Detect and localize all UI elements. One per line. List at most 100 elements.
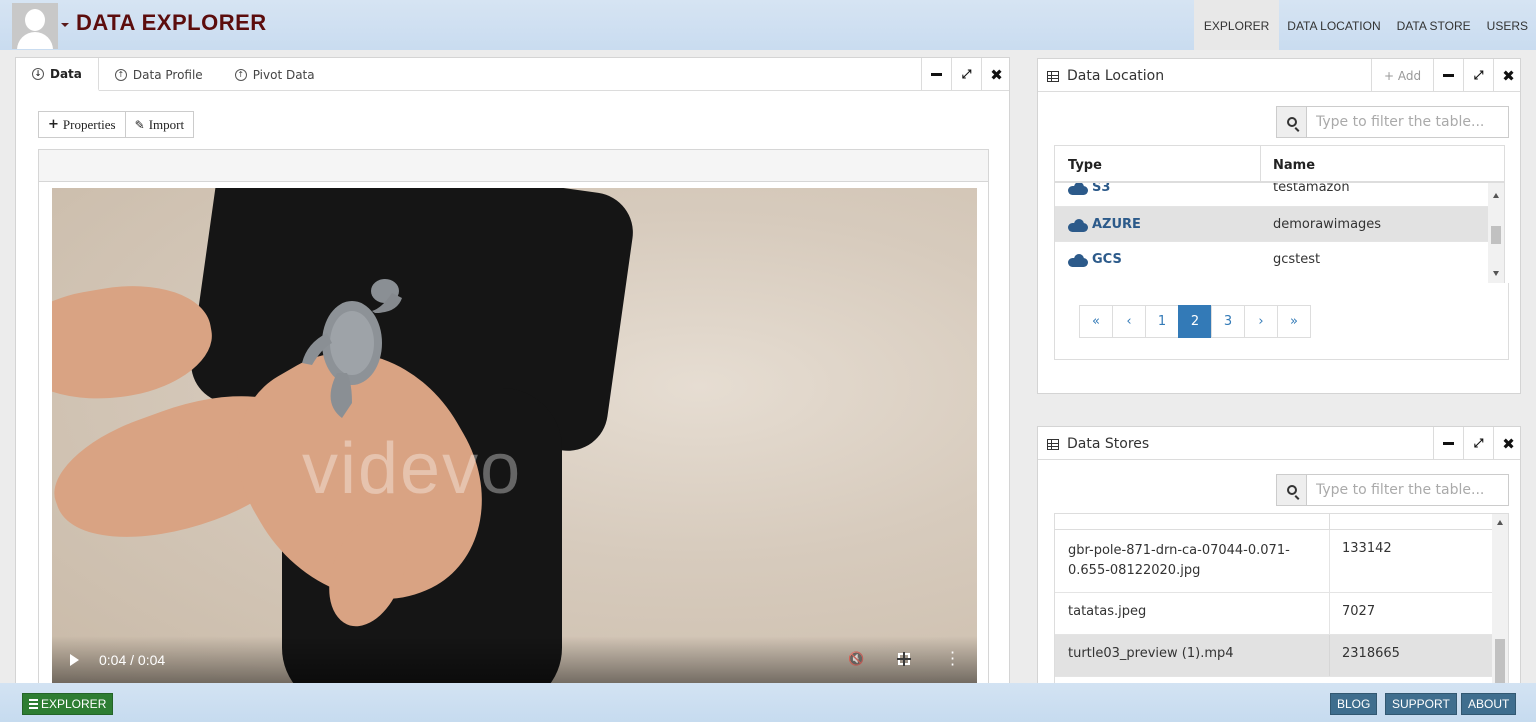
footer-explorer-label: EXPLORER [41, 697, 107, 711]
tab-data-label: Data [50, 66, 82, 81]
page-first[interactable]: « [1079, 305, 1113, 338]
expand-button[interactable]: ⤢ [1463, 427, 1493, 460]
type-label: AZURE [1092, 217, 1141, 232]
close-button[interactable]: ✖ [1493, 59, 1523, 92]
chevron-down-icon[interactable] [61, 23, 69, 27]
upload-circle-icon: ↑ [234, 68, 247, 81]
scroll-up-icon[interactable] [1497, 520, 1503, 525]
stores-scrollbar[interactable] [1492, 514, 1508, 683]
tab-pivot-data[interactable]: ↑ Pivot Data [219, 58, 331, 91]
expand-button[interactable]: ⤢ [951, 58, 981, 91]
data-stores-header: Data Stores ⤢ ✖ [1038, 427, 1520, 460]
video-player[interactable]: videvo 0:04 / 0:04 🔇 · · · [52, 188, 977, 684]
expand-button[interactable]: ⤢ [1463, 59, 1493, 92]
page-next[interactable]: › [1244, 305, 1278, 338]
minimize-button[interactable] [921, 58, 951, 91]
table-row[interactable]: AZURE demorawimages [1055, 206, 1488, 241]
tab-data-profile[interactable]: ↑ Data Profile [99, 58, 219, 91]
table-row[interactable]: S3 testamazon [1055, 183, 1488, 206]
page-prev[interactable]: ‹ [1112, 305, 1146, 338]
table-row[interactable]: GCS gcstest [1055, 241, 1488, 276]
plus-icon: + [48, 117, 59, 132]
table-row[interactable]: gbr-pole-871-drn-ca-07044-0.071- 0.655-0… [1055, 530, 1492, 592]
scrollbar-thumb[interactable] [1491, 226, 1501, 244]
volume-icon[interactable]: 🔇 [848, 652, 864, 667]
table-icon [1047, 438, 1059, 450]
data-subbar [38, 149, 989, 182]
minimize-button[interactable] [1433, 427, 1463, 460]
close-button[interactable]: ✖ [1493, 427, 1523, 460]
minus-icon [1443, 74, 1454, 77]
pagination: « ‹ 1 2 3 › » [1079, 305, 1311, 338]
column-divider [1329, 514, 1330, 530]
more-options-icon[interactable]: · · · [950, 645, 955, 673]
expand-icon: ⤢ [1473, 68, 1484, 82]
table-row[interactable]: turtle03_preview (1).mp4 2318665 [1055, 634, 1492, 677]
type-cell[interactable]: S3 [1068, 183, 1110, 195]
footer-about-link[interactable]: ABOUT [1461, 693, 1517, 715]
properties-label: Properties [62, 116, 116, 132]
data-panel-header: ↓ Data ↑ Data Profile ↑ Pivot Data ⤢ ✖ [16, 58, 1009, 91]
properties-button[interactable]: + Properties [38, 111, 126, 138]
close-icon: ✖ [1502, 66, 1515, 85]
stores-search [1276, 474, 1509, 506]
left-hand-shape [52, 271, 221, 415]
cloud-icon [1068, 218, 1088, 232]
cloud-icon [1068, 253, 1088, 267]
type-label: S3 [1092, 183, 1111, 195]
column-divider [1329, 635, 1330, 677]
user-avatar[interactable] [12, 3, 58, 49]
data-stores-title: Data Stores [1047, 436, 1149, 452]
import-button[interactable]: ✎ Import [125, 111, 195, 138]
column-divider [1329, 530, 1330, 592]
tab-data-profile-label: Data Profile [132, 67, 203, 82]
file-name-line: 0.655-08122020.jpg [1068, 563, 1201, 578]
page-2[interactable]: 2 [1178, 305, 1212, 338]
type-cell[interactable]: AZURE [1068, 217, 1141, 232]
page-last[interactable]: » [1277, 305, 1311, 338]
scroll-down-icon[interactable] [1493, 271, 1499, 276]
footer-blog-link[interactable]: BLOG [1330, 693, 1378, 715]
play-icon[interactable] [70, 654, 79, 666]
data-panel: ↓ Data ↑ Data Profile ↑ Pivot Data ⤢ ✖ +… [15, 57, 1010, 692]
column-header-name[interactable]: Name [1273, 158, 1315, 173]
location-filter-input[interactable] [1307, 107, 1507, 137]
nav-data-store[interactable]: DATA STORE [1389, 0, 1479, 50]
scrollbar-thumb[interactable] [1495, 639, 1505, 683]
location-scrollbar[interactable] [1488, 183, 1504, 283]
footer-support-link[interactable]: SUPPORT [1385, 693, 1457, 715]
name-cell: gcstest [1273, 252, 1321, 267]
search-button[interactable] [1277, 475, 1307, 505]
footer-explorer-button[interactable]: EXPLORER [22, 693, 114, 715]
table-icon [1047, 70, 1059, 82]
nav-data-location[interactable]: DATA LOCATION [1279, 0, 1388, 50]
close-button[interactable]: ✖ [981, 58, 1011, 91]
table-row[interactable]: tatatas.jpeg 7027 [1055, 592, 1492, 635]
close-icon: ✖ [990, 65, 1003, 84]
add-location-button[interactable]: + Add [1371, 59, 1433, 92]
tab-pivot-data-label: Pivot Data [252, 67, 315, 82]
nav-explorer[interactable]: EXPLORER [1193, 0, 1280, 50]
upload-circle-icon: ↑ [114, 68, 127, 81]
location-search [1276, 106, 1509, 138]
plus-icon: + [1383, 68, 1394, 83]
search-icon [1286, 117, 1297, 127]
data-toolbar: + Properties ✎ Import [38, 111, 195, 138]
minimize-button[interactable] [1433, 59, 1463, 92]
type-cell[interactable]: GCS [1068, 252, 1122, 267]
tab-data[interactable]: ↓ Data [16, 58, 99, 91]
nav-users[interactable]: USERS [1479, 0, 1536, 50]
data-tabs: ↓ Data ↑ Data Profile ↑ Pivot Data [16, 58, 331, 91]
search-button[interactable] [1277, 107, 1307, 137]
stores-table-header [1055, 514, 1492, 530]
scroll-up-icon[interactable] [1493, 193, 1499, 198]
top-nav: EXPLORER DATA LOCATION DATA STORE USERS [1193, 0, 1536, 50]
minus-icon [1443, 442, 1454, 445]
page-1[interactable]: 1 [1145, 305, 1179, 338]
fullscreen-icon[interactable] [897, 652, 911, 666]
stores-filter-input[interactable] [1307, 475, 1507, 505]
column-header-type[interactable]: Type [1068, 158, 1102, 173]
page-3[interactable]: 3 [1211, 305, 1245, 338]
data-stores-title-text: Data Stores [1067, 436, 1150, 452]
file-name-cell: turtle03_preview (1).mp4 [1068, 646, 1234, 661]
